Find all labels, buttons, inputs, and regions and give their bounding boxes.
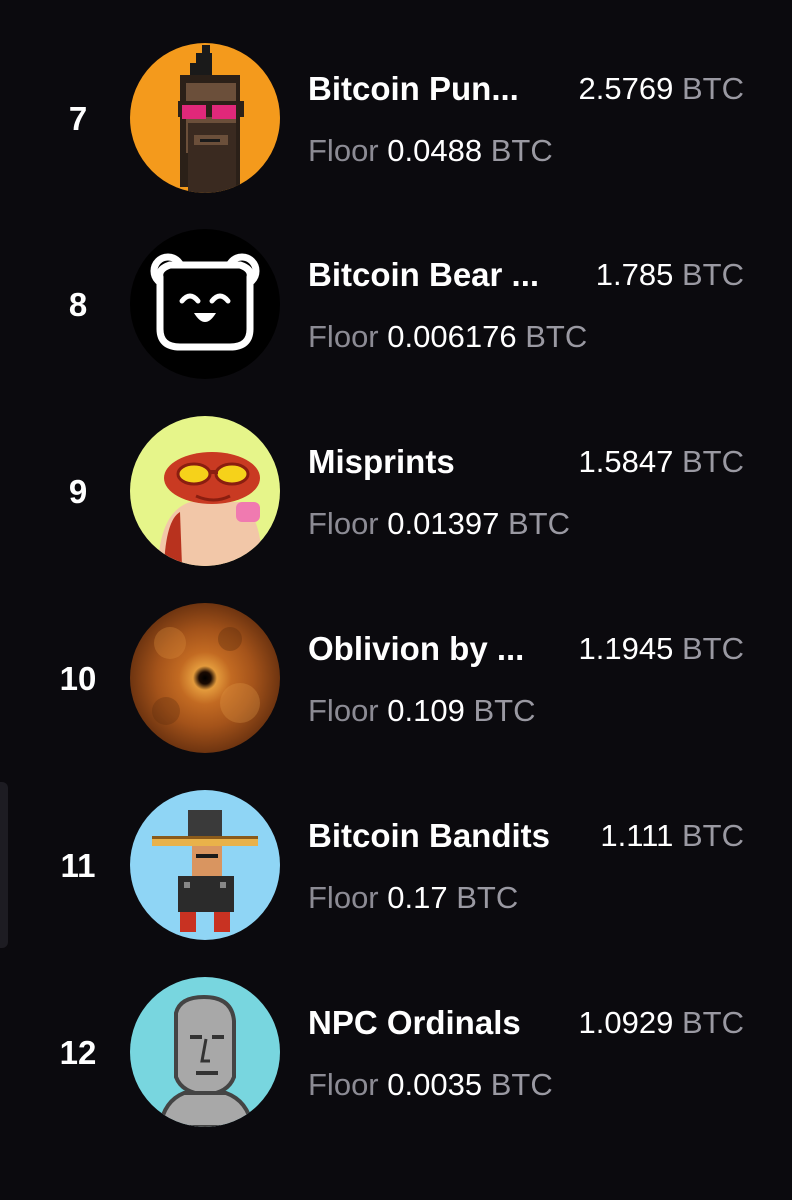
misprints-frog-avatar-icon	[130, 416, 280, 566]
rank-number: 9	[68, 473, 88, 510]
collection-name: Misprints	[308, 443, 455, 480]
rank-number: 11	[60, 847, 96, 884]
collection-row-12[interactable]: 12 NPC Ordinals 1.0929 BTC Floor 0.0035 …	[0, 977, 792, 1127]
floor-price: Floor 0.17 BTC	[308, 880, 519, 915]
collection-name: Bitcoin Bear ...	[308, 256, 540, 293]
rank-number: 12	[59, 1034, 97, 1071]
collection-name: NPC Ordinals	[308, 1004, 521, 1041]
volume-value: 2.5769 BTC	[578, 71, 744, 106]
collection-row-9[interactable]: 9 Misprints 1.5847 BTC Floor 0.01397 BTC	[0, 416, 792, 566]
floor-price: Floor 0.0488 BTC	[308, 133, 553, 168]
npc-face-avatar-icon	[130, 977, 280, 1127]
collection-row-8[interactable]: 8 Bitcoin Bear ... 1.785 BTC Floor 0.006…	[0, 229, 792, 379]
volume-value: 1.5847 BTC	[578, 444, 744, 479]
volume-value: 1.1945 BTC	[578, 631, 744, 666]
oblivion-blackhole-avatar-icon	[130, 603, 280, 753]
collection-name: Bitcoin Pun...	[308, 70, 519, 107]
bitcoin-bandit-avatar-icon	[130, 790, 280, 940]
rank-number: 10	[59, 660, 97, 697]
volume-value: 1.785 BTC	[595, 257, 744, 292]
rank-number: 8	[68, 286, 88, 323]
bitcoin-bear-avatar-icon	[130, 229, 280, 379]
bitcoin-punk-avatar-icon	[130, 43, 280, 193]
collection-name: Oblivion by ...	[308, 630, 525, 667]
floor-price: Floor 0.006176 BTC	[308, 319, 588, 354]
volume-value: 1.111 BTC	[600, 818, 744, 853]
floor-price: Floor 0.0035 BTC	[308, 1067, 553, 1102]
volume-value: 1.0929 BTC	[578, 1005, 744, 1040]
collection-name: Bitcoin Bandits	[308, 817, 551, 854]
rank-number: 7	[68, 100, 88, 137]
floor-price: Floor 0.01397 BTC	[308, 506, 570, 541]
collection-row-7[interactable]: 7 Bitcoin Pun... 2.5769 BTC Floor 0.0488…	[0, 43, 792, 193]
collection-row-11[interactable]: 11 Bitcoin Bandits 1.111 BTC Floor 0.17 …	[0, 790, 792, 940]
collection-row-10[interactable]: 10 Oblivion by ... 1.1945 BTC Floor 0.10…	[0, 603, 792, 753]
floor-price: Floor 0.109 BTC	[308, 693, 536, 728]
